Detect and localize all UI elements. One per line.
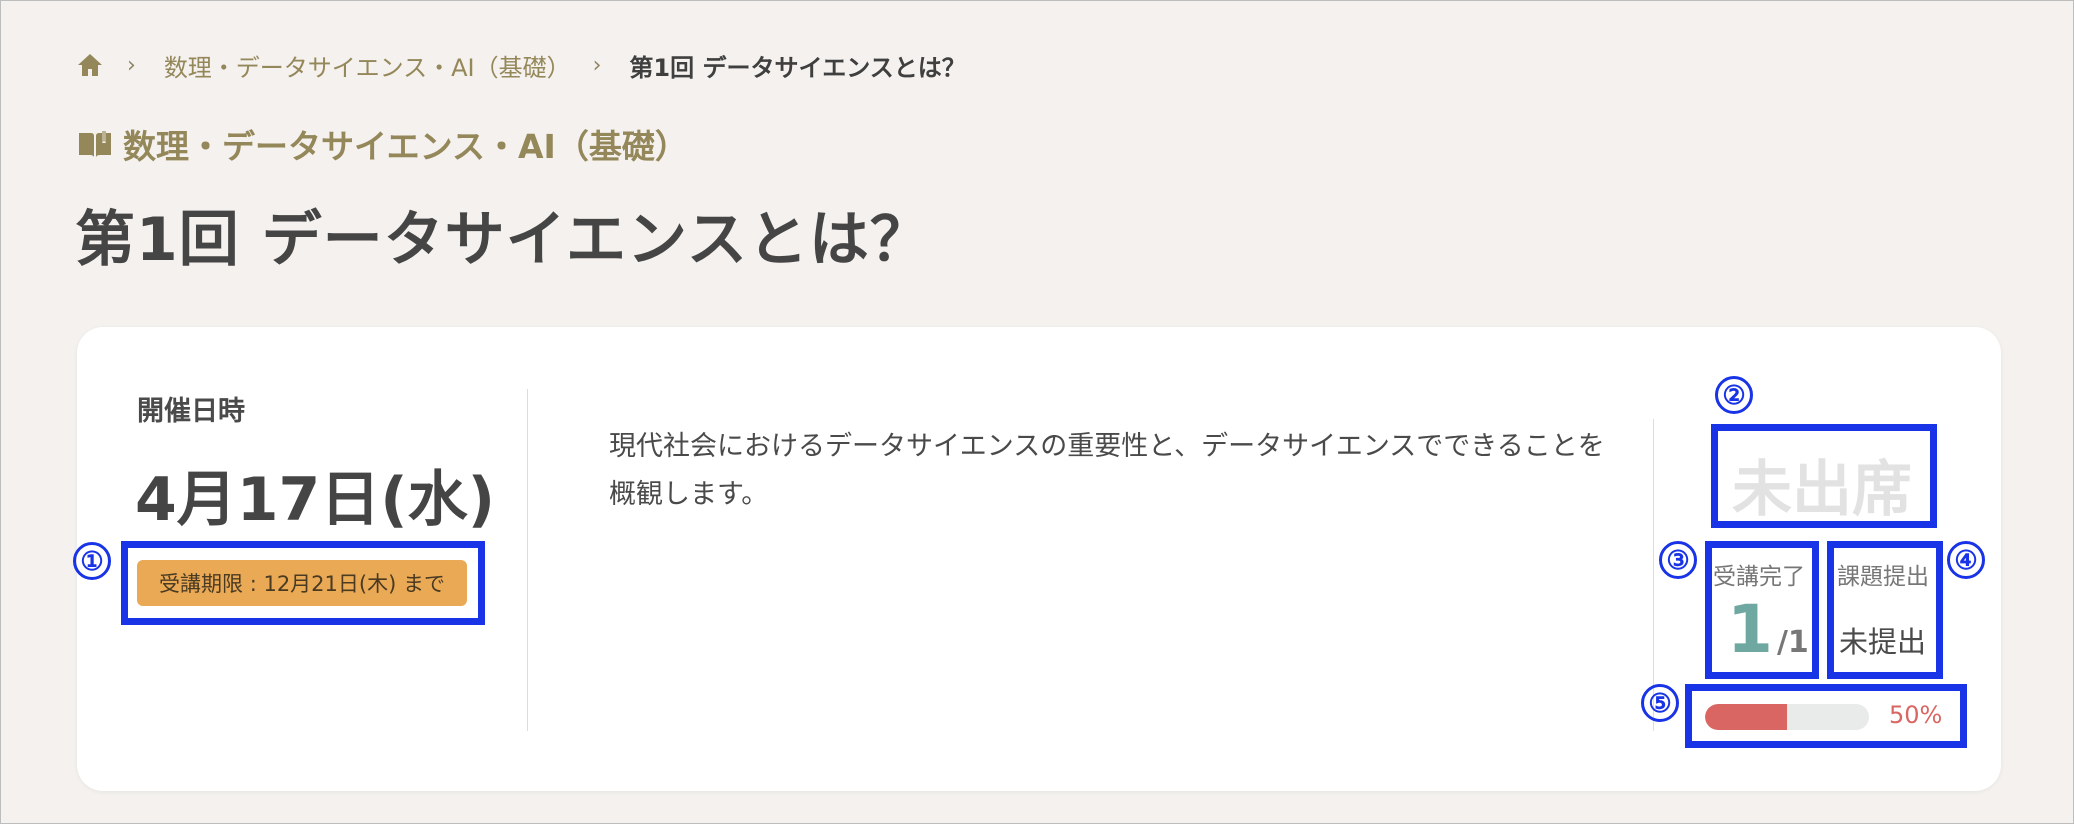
session-date: 4月17日(水) bbox=[135, 465, 496, 535]
chevron-right-icon: › bbox=[592, 52, 602, 78]
highlight-box-progress bbox=[1685, 684, 1967, 748]
breadcrumb-course-link[interactable]: 数理・データサイエンス・AI（基礎） bbox=[164, 48, 571, 83]
annotation-marker-3: ③ bbox=[1659, 541, 1697, 579]
highlight-box-deadline bbox=[121, 541, 485, 625]
highlight-box-completion bbox=[1705, 541, 1819, 679]
breadcrumb: › 数理・データサイエンス・AI（基礎） › 第1回 データサイエンスとは？ bbox=[77, 47, 966, 83]
book-icon bbox=[77, 129, 113, 159]
course-heading: 数理・データサイエンス・AI（基礎） bbox=[77, 119, 688, 169]
annotation-marker-4: ④ bbox=[1947, 541, 1985, 579]
annotation-marker-5: ⑤ bbox=[1641, 684, 1679, 722]
session-description: 現代社会におけるデータサイエンスの重要性と、データサイエンスでできることを概観し… bbox=[609, 431, 1605, 510]
home-icon[interactable] bbox=[77, 51, 105, 79]
divider bbox=[527, 389, 528, 731]
annotation-marker-2: ② bbox=[1715, 376, 1753, 414]
course-title: 数理・データサイエンス・AI（基礎） bbox=[123, 127, 688, 166]
annotation-marker-1: ① bbox=[73, 542, 111, 580]
highlight-box-attendance bbox=[1711, 424, 1937, 528]
breadcrumb-current: 第1回 データサイエンスとは？ bbox=[629, 53, 966, 82]
date-label: 開催日時 bbox=[137, 396, 245, 427]
highlight-box-submission bbox=[1827, 541, 1943, 679]
chevron-right-icon: › bbox=[127, 52, 136, 78]
page-title: 第1回 データサイエンスとは？ bbox=[75, 205, 931, 275]
